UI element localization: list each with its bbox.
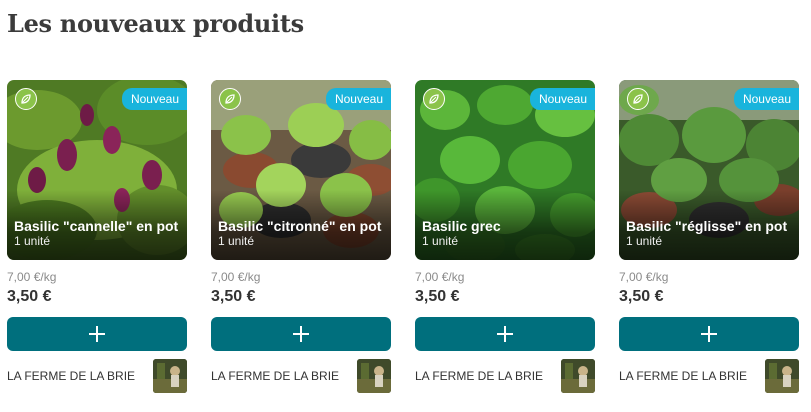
product-image[interactable]: Nouveau Basilic "cannelle" en pot 1 unit… xyxy=(7,80,187,260)
product-price: 3,50 € xyxy=(619,288,664,305)
product-list: Nouveau Basilic "cannelle" en pot 1 unit… xyxy=(7,80,799,393)
add-to-cart-button[interactable] xyxy=(619,317,799,351)
new-badge: Nouveau xyxy=(733,88,799,110)
add-to-cart-button[interactable] xyxy=(211,317,391,351)
leaf-icon xyxy=(423,88,445,110)
product-image[interactable]: Nouveau Basilic grec 1 unité xyxy=(415,80,595,260)
add-to-cart-button[interactable] xyxy=(415,317,595,351)
product-unit: 1 unité xyxy=(14,234,51,248)
seller-avatar[interactable] xyxy=(153,359,187,393)
add-to-cart-button[interactable] xyxy=(7,317,187,351)
product-card: Nouveau Basilic "réglisse" en pot 1 unit… xyxy=(619,80,799,393)
plus-icon xyxy=(293,326,309,342)
seller-name[interactable]: LA FERME DE LA BRIE xyxy=(7,369,135,383)
product-unit: 1 unité xyxy=(626,234,663,248)
product-unit: 1 unité xyxy=(218,234,255,248)
price-per-kg: 7,00 €/kg xyxy=(211,270,261,284)
product-image[interactable]: Nouveau Basilic "citronné" en pot 1 unit… xyxy=(211,80,391,260)
product-card: Nouveau Basilic grec 1 unité 7,00 €/kg 3… xyxy=(415,80,595,393)
plus-icon xyxy=(701,326,717,342)
seller-row[interactable]: LA FERME DE LA BRIE xyxy=(211,359,391,393)
leaf-icon xyxy=(627,88,649,110)
section-title: Les nouveaux produits xyxy=(7,9,304,38)
seller-name[interactable]: LA FERME DE LA BRIE xyxy=(415,369,543,383)
new-badge: Nouveau xyxy=(121,88,187,110)
plus-icon xyxy=(497,326,513,342)
product-name[interactable]: Basilic "réglisse" en pot xyxy=(626,218,795,234)
plus-icon xyxy=(89,326,105,342)
product-price: 3,50 € xyxy=(415,288,460,305)
product-price: 3,50 € xyxy=(211,288,256,305)
leaf-icon xyxy=(219,88,241,110)
seller-avatar[interactable] xyxy=(765,359,799,393)
price-per-kg: 7,00 €/kg xyxy=(415,270,465,284)
new-badge: Nouveau xyxy=(529,88,595,110)
product-price: 3,50 € xyxy=(7,288,52,305)
product-unit: 1 unité xyxy=(422,234,459,248)
price-per-kg: 7,00 €/kg xyxy=(619,270,669,284)
product-name[interactable]: Basilic "cannelle" en pot xyxy=(14,218,183,234)
seller-avatar[interactable] xyxy=(561,359,595,393)
product-name[interactable]: Basilic "citronné" en pot xyxy=(218,218,387,234)
product-name[interactable]: Basilic grec xyxy=(422,218,591,234)
seller-row[interactable]: LA FERME DE LA BRIE xyxy=(415,359,595,393)
seller-name[interactable]: LA FERME DE LA BRIE xyxy=(211,369,339,383)
product-image[interactable]: Nouveau Basilic "réglisse" en pot 1 unit… xyxy=(619,80,799,260)
seller-row[interactable]: LA FERME DE LA BRIE xyxy=(619,359,799,393)
price-per-kg: 7,00 €/kg xyxy=(7,270,57,284)
new-badge: Nouveau xyxy=(325,88,391,110)
product-card: Nouveau Basilic "cannelle" en pot 1 unit… xyxy=(7,80,187,393)
seller-row[interactable]: LA FERME DE LA BRIE xyxy=(7,359,187,393)
seller-name[interactable]: LA FERME DE LA BRIE xyxy=(619,369,747,383)
seller-avatar[interactable] xyxy=(357,359,391,393)
product-card: Nouveau Basilic "citronné" en pot 1 unit… xyxy=(211,80,391,393)
leaf-icon xyxy=(15,88,37,110)
